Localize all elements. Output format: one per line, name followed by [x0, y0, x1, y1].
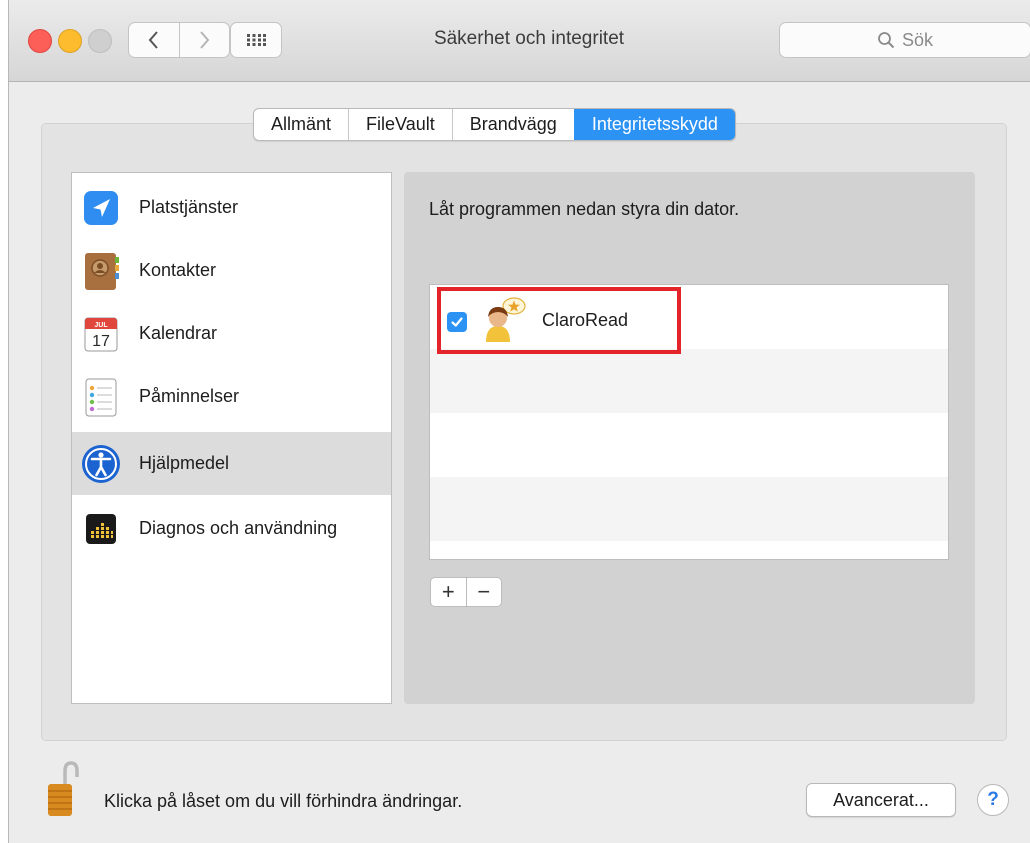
sidebar-item-label: Hjälpmedel — [139, 453, 230, 473]
add-app-button[interactable]: + — [431, 578, 466, 606]
sidebar-item-label: Platstjänster — [139, 197, 239, 217]
accessibility-icon — [82, 444, 120, 483]
back-button[interactable] — [129, 23, 179, 57]
calendar-icon: JUL 17 — [84, 317, 118, 351]
list-row-empty — [430, 413, 948, 477]
contacts-book-icon — [85, 252, 119, 290]
lock-instruction-text: Klicka på låset om du vill förhindra änd… — [104, 791, 463, 811]
location-arrow-icon — [84, 190, 118, 225]
diagnostics-icon — [86, 513, 116, 544]
help-button[interactable]: ? — [977, 784, 1009, 816]
preferences-window: Säkerhet och integritet Sök Allmänt File… — [8, 0, 1030, 843]
remove-app-button[interactable]: − — [465, 578, 502, 606]
sidebar-item-paminnelser[interactable]: Påminnelser — [72, 365, 391, 428]
navigation-buttons — [128, 22, 230, 58]
list-row-empty — [430, 477, 948, 541]
chevron-right-icon — [200, 31, 210, 49]
calendar-icon-month: JUL — [94, 322, 108, 329]
search-field[interactable]: Sök — [779, 22, 1030, 58]
show-all-button[interactable] — [230, 22, 282, 58]
sidebar-item-platstjanster[interactable]: Platstjänster — [72, 176, 391, 239]
list-row-empty — [430, 541, 948, 559]
calendar-icon-day: 17 — [92, 333, 110, 350]
list-row-empty — [430, 349, 948, 413]
sidebar-item-label: Påminnelser — [139, 386, 240, 406]
close-window-button[interactable] — [28, 29, 52, 53]
sidebar-item-label: Diagnos och användning — [139, 518, 338, 538]
tab-allmant[interactable]: Allmänt — [254, 109, 348, 140]
sidebar-item-kalendrar[interactable]: JUL 17 Kalendrar — [72, 302, 391, 365]
grid-icon — [247, 34, 266, 46]
add-remove-controls: + − — [430, 577, 502, 607]
pane-description: Låt programmen nedan styra din dator. — [429, 199, 740, 219]
window-title: Säkerhet och integritet — [433, 28, 625, 49]
forward-button[interactable] — [178, 23, 230, 57]
sidebar-item-label: Kalendrar — [139, 323, 218, 343]
sidebar-item-hjalpmedel[interactable]: Hjälpmedel — [72, 432, 391, 495]
zoom-window-button[interactable] — [88, 29, 112, 53]
minimize-window-button[interactable] — [58, 29, 82, 53]
sidebar-item-kontakter[interactable]: Kontakter — [72, 239, 391, 302]
title-bar: Säkerhet och integritet Sök — [9, 0, 1030, 82]
tab-filevault[interactable]: FileVault — [348, 109, 452, 140]
sidebar-item-diagnos[interactable]: Diagnos och användning — [72, 497, 391, 560]
magnifier-icon — [878, 32, 895, 49]
annotation-highlight-box — [437, 287, 681, 354]
privacy-category-list: Platstjänster Kontakter JUL 17 Kalendrar… — [71, 172, 392, 704]
chevron-left-icon — [148, 31, 158, 49]
sidebar-item-label: Kontakter — [139, 260, 217, 280]
padlock-icon[interactable] — [45, 760, 79, 820]
tab-brandvagg[interactable]: Brandvägg — [451, 109, 574, 140]
tab-integritetsskydd[interactable]: Integritetsskydd — [573, 109, 735, 140]
advanced-button[interactable]: Avancerat... — [806, 783, 956, 817]
reminders-icon — [85, 378, 117, 416]
search-placeholder: Sök — [901, 29, 934, 50]
tab-bar: Allmänt FileVault Brandvägg Integritetss… — [253, 108, 736, 141]
